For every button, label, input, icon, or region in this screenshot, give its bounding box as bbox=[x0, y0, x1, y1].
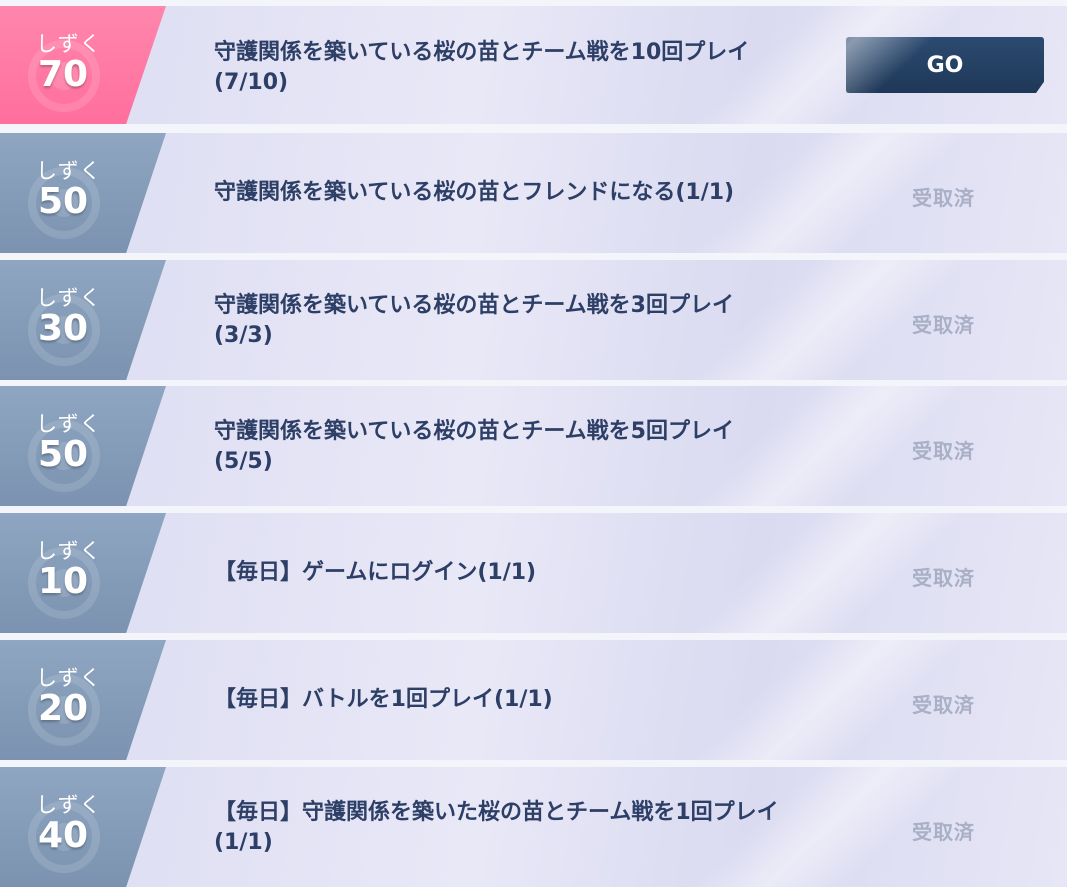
mission-description: 守護関係を築いている桜の苗とフレンドになる(1/1) bbox=[214, 180, 735, 205]
reward-badge: しずく 70 bbox=[0, 6, 166, 124]
claimed-status: 受取済 bbox=[912, 820, 975, 844]
reward-amount: 50 bbox=[38, 434, 89, 475]
reward-amount: 10 bbox=[38, 561, 89, 602]
reward-badge: しずく 30 bbox=[0, 260, 166, 380]
claimed-status: 受取済 bbox=[912, 693, 975, 717]
reward-badge: しずく 10 bbox=[0, 513, 166, 633]
claimed-status: 受取済 bbox=[912, 313, 975, 337]
mission-row: しずく 50 守護関係を築いている桜の苗とチーム戦を5回プレイ (5/5) 受取… bbox=[0, 386, 1067, 506]
mission-list: しずく 70 守護関係を築いている桜の苗とチーム戦を10回プレイ (7/10) … bbox=[0, 0, 1067, 887]
claimed-status: 受取済 bbox=[912, 566, 975, 590]
mission-row: しずく 40 【毎日】守護関係を築いた桜の苗とチーム戦を1回プレイ (1/1) … bbox=[0, 767, 1067, 887]
reward-amount: 70 bbox=[38, 54, 89, 95]
claimed-status: 受取済 bbox=[912, 439, 975, 463]
reward-badge: しずく 50 bbox=[0, 386, 166, 506]
reward-badge: しずく 20 bbox=[0, 640, 166, 760]
mission-row: しずく 20 【毎日】バトルを1回プレイ(1/1) 受取済 bbox=[0, 640, 1067, 760]
mission-description: 【毎日】バトルを1回プレイ(1/1) bbox=[214, 687, 553, 712]
mission-row: しずく 30 守護関係を築いている桜の苗とチーム戦を3回プレイ (3/3) 受取… bbox=[0, 260, 1067, 380]
mission-row: しずく 50 守護関係を築いている桜の苗とフレンドになる(1/1) 受取済 bbox=[0, 133, 1067, 253]
reward-amount: 30 bbox=[38, 308, 89, 349]
mission-row: しずく 10 【毎日】ゲームにログイン(1/1) 受取済 bbox=[0, 513, 1067, 633]
mission-description: 守護関係を築いている桜の苗とチーム戦を5回プレイ (5/5) bbox=[214, 419, 734, 474]
mission-row: しずく 70 守護関係を築いている桜の苗とチーム戦を10回プレイ (7/10) … bbox=[0, 6, 1067, 124]
reward-amount: 40 bbox=[38, 815, 89, 856]
mission-description: 【毎日】ゲームにログイン(1/1) bbox=[214, 560, 537, 585]
mission-description: 守護関係を築いている桜の苗とチーム戦を3回プレイ (3/3) bbox=[214, 293, 734, 348]
reward-badge: しずく 50 bbox=[0, 133, 166, 253]
reward-amount: 20 bbox=[38, 688, 89, 729]
claimed-status: 受取済 bbox=[912, 186, 975, 210]
mission-description: 守護関係を築いている桜の苗とチーム戦を10回プレイ (7/10) bbox=[214, 40, 750, 95]
reward-amount: 50 bbox=[38, 181, 89, 222]
go-button[interactable]: GO bbox=[846, 37, 1044, 93]
reward-badge: しずく 40 bbox=[0, 767, 166, 887]
mission-description: 【毎日】守護関係を築いた桜の苗とチーム戦を1回プレイ (1/1) bbox=[214, 800, 779, 855]
